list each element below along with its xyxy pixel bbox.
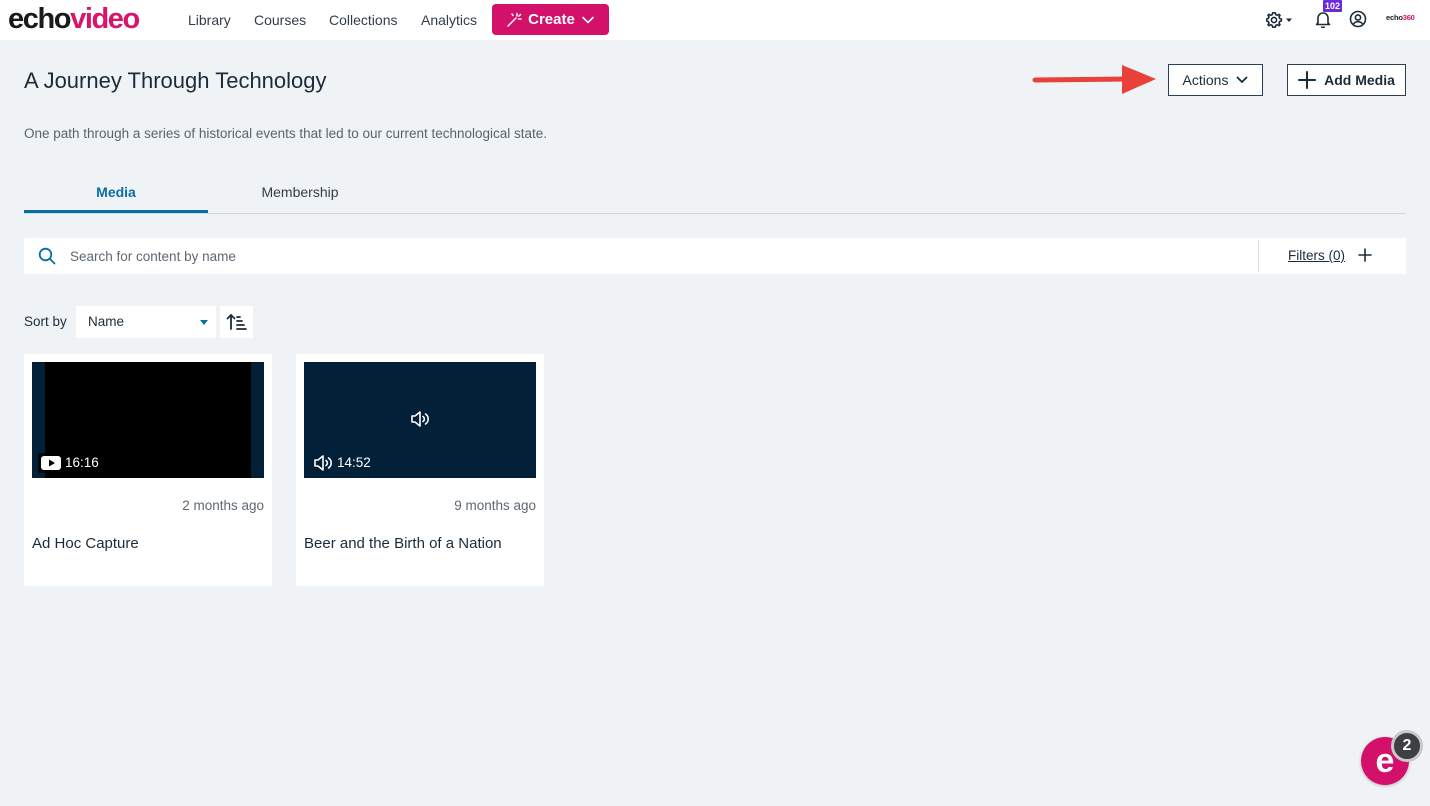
sort-selected-value: Name: [88, 314, 125, 329]
actions-dropdown-button[interactable]: Actions: [1168, 64, 1263, 96]
brand-mini-prefix: echo: [1386, 13, 1403, 22]
nav-link-analytics[interactable]: Analytics: [421, 11, 477, 29]
video-icon: [41, 456, 61, 470]
nav-link-collections[interactable]: Collections: [329, 11, 397, 29]
sort-label: Sort by: [24, 314, 67, 329]
chevron-down-icon: [1237, 76, 1248, 83]
media-date: 9 months ago: [454, 498, 536, 513]
page-title: A Journey Through Technology: [24, 68, 327, 93]
filters-link[interactable]: Filters (0): [1288, 248, 1345, 263]
echovideo-logo[interactable]: echovideo: [8, 3, 140, 35]
notification-bell-icon[interactable]: [1314, 10, 1332, 28]
magic-wand-icon: [507, 12, 522, 27]
add-media-label: Add Media: [1324, 72, 1395, 88]
search-icon: [38, 247, 56, 265]
search-input[interactable]: [70, 244, 1250, 268]
settings-gear-icon[interactable]: [1266, 11, 1294, 29]
annotation-arrow: [1032, 65, 1156, 94]
media-title[interactable]: Ad Hoc Capture: [32, 535, 139, 552]
caret-down-icon: [200, 320, 208, 325]
chevron-down-icon: [582, 16, 594, 23]
duration-badge: 16:16: [38, 453, 102, 473]
sort-direction-button[interactable]: [220, 306, 253, 338]
speaker-icon: [314, 455, 332, 471]
media-thumbnail[interactable]: 16:16: [32, 362, 264, 478]
plus-icon: [1298, 71, 1317, 89]
media-card[interactable]: 14:52 9 months ago Beer and the Birth of…: [296, 354, 544, 586]
duration-badge: 14:52: [310, 453, 374, 473]
sort-select[interactable]: Name: [76, 306, 216, 338]
create-button[interactable]: Create: [492, 4, 609, 35]
nav-link-courses[interactable]: Courses: [254, 11, 306, 29]
logo-echo-text: echo: [8, 3, 71, 35]
tab-media[interactable]: Media: [24, 172, 208, 213]
tab-bar: Media Membership: [24, 172, 1406, 214]
media-date: 2 months ago: [182, 498, 264, 513]
media-thumbnail[interactable]: 14:52: [304, 362, 536, 478]
sort-ascending-icon: [226, 314, 247, 330]
help-count-badge[interactable]: 2: [1391, 730, 1423, 762]
search-bar: Filters (0): [24, 238, 1406, 274]
media-card[interactable]: 16:16 2 months ago Ad Hoc Capture: [24, 354, 272, 586]
add-media-button[interactable]: Add Media: [1287, 64, 1406, 96]
create-button-label: Create: [528, 11, 575, 28]
duration-text: 16:16: [65, 455, 99, 470]
search-divider: [1258, 240, 1259, 272]
speaker-icon: [411, 411, 429, 427]
nav-link-library[interactable]: Library: [188, 11, 231, 29]
collection-description: One path through a series of historical …: [24, 126, 548, 141]
media-title[interactable]: Beer and the Birth of a Nation: [304, 535, 502, 552]
tab-membership[interactable]: Membership: [208, 172, 392, 213]
plus-icon[interactable]: [1358, 248, 1372, 262]
top-nav: echovideo Library Courses Collections An…: [0, 0, 1430, 40]
echo360-brand-logo: echo360: [1386, 13, 1415, 22]
user-account-icon[interactable]: [1349, 10, 1367, 28]
duration-text: 14:52: [337, 455, 371, 470]
logo-video-text: video: [70, 3, 140, 35]
notification-count-badge: 102: [1323, 0, 1343, 12]
actions-button-label: Actions: [1182, 72, 1229, 88]
brand-mini-suffix: 360: [1402, 13, 1415, 22]
